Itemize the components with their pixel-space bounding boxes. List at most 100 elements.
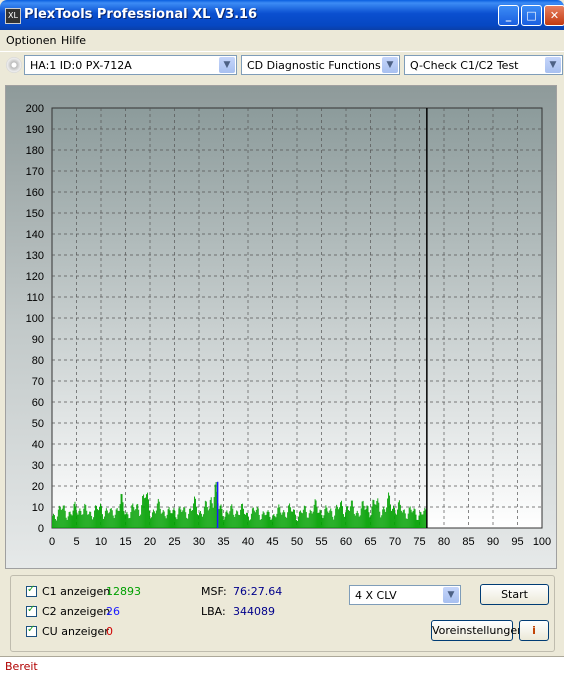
c1-bar bbox=[346, 506, 347, 528]
chevron-down-icon[interactable]: ▼ bbox=[545, 57, 561, 73]
c1-bar bbox=[401, 512, 403, 528]
chevron-down-icon[interactable]: ▼ bbox=[219, 57, 235, 73]
chevron-down-icon[interactable]: ▼ bbox=[382, 57, 398, 73]
menu-hilfe[interactable]: Hilfe bbox=[61, 34, 86, 47]
c1-bar bbox=[114, 514, 116, 528]
c1-bar bbox=[197, 514, 198, 528]
c1-bar bbox=[167, 509, 169, 528]
c1-checkbox[interactable] bbox=[26, 584, 37, 597]
c1-bar bbox=[415, 514, 417, 528]
c1-bar bbox=[254, 512, 256, 528]
c1-bar bbox=[344, 516, 345, 528]
drive-select[interactable]: HA:1 ID:0 PX-712A ▼ bbox=[24, 55, 237, 75]
c1-bar bbox=[240, 509, 242, 528]
c1-bar bbox=[149, 510, 150, 528]
c1-bar bbox=[182, 510, 184, 528]
cu-checkbox[interactable] bbox=[26, 624, 37, 637]
c1-bar bbox=[103, 516, 105, 528]
c1-bar bbox=[105, 508, 107, 528]
c1-bar bbox=[121, 494, 123, 528]
c1-bar bbox=[157, 498, 159, 528]
c1-bar bbox=[163, 511, 165, 528]
c1-bar bbox=[106, 510, 108, 528]
c1-bar bbox=[200, 513, 202, 528]
function-select[interactable]: CD Diagnostic Functions ▼ bbox=[241, 55, 400, 75]
c1-bar bbox=[226, 510, 228, 528]
c1-bar bbox=[86, 510, 88, 528]
c1-bar bbox=[346, 506, 348, 528]
c1-bar bbox=[338, 509, 340, 528]
c1-bar bbox=[313, 504, 315, 528]
c1-bar bbox=[273, 513, 275, 528]
c1-bar bbox=[176, 519, 178, 528]
test-select[interactable]: Q-Check C1/C2 Test ▼ bbox=[404, 55, 563, 75]
c2-checkbox[interactable] bbox=[26, 604, 37, 617]
c1-bar bbox=[186, 517, 188, 528]
c1-bar bbox=[158, 501, 160, 528]
c1-bar bbox=[159, 508, 161, 528]
c1-bar bbox=[234, 516, 236, 528]
c1-bar bbox=[294, 509, 295, 528]
x-tick-label: 70 bbox=[389, 536, 401, 548]
c1-bar bbox=[124, 514, 126, 528]
c1-bar bbox=[232, 508, 234, 528]
c1-bar bbox=[178, 508, 180, 528]
c1-bar bbox=[379, 511, 381, 528]
c1-bar bbox=[198, 515, 199, 528]
y-tick-label: 0 bbox=[38, 523, 44, 535]
c1-bar bbox=[285, 516, 287, 528]
c1-bar bbox=[369, 517, 371, 528]
c1-bar bbox=[261, 514, 263, 528]
c1-bar bbox=[69, 511, 71, 528]
c1-bar bbox=[199, 511, 201, 528]
window-title: PlexTools Professional XL V3.16 bbox=[24, 7, 258, 22]
c1-bar bbox=[183, 507, 185, 528]
menu-bar: Optionen Hilfe bbox=[0, 30, 564, 52]
cu-count: 0 bbox=[106, 625, 113, 638]
c1-bar bbox=[181, 511, 183, 528]
minimize-button[interactable]: _ bbox=[498, 5, 519, 26]
c1-bar bbox=[306, 517, 308, 528]
x-tick-label: 75 bbox=[413, 536, 425, 548]
close-button[interactable]: ✕ bbox=[544, 5, 564, 26]
c1-bar bbox=[107, 513, 109, 528]
c1-bar bbox=[221, 508, 223, 528]
maximize-button[interactable]: □ bbox=[521, 5, 542, 26]
c1-bar bbox=[348, 510, 350, 528]
c1-bar bbox=[376, 500, 378, 528]
x-tick-label: 35 bbox=[217, 536, 229, 548]
x-tick-label: 85 bbox=[462, 536, 474, 548]
c1-bar bbox=[137, 503, 139, 528]
x-tick-label: 60 bbox=[340, 536, 352, 548]
c1-bar bbox=[222, 516, 224, 528]
c1-bar bbox=[386, 507, 388, 528]
c1-bar bbox=[291, 511, 293, 528]
c1-bar bbox=[311, 513, 313, 528]
c1-bar bbox=[225, 511, 227, 528]
c1-bar bbox=[272, 515, 274, 528]
info-icon[interactable]: i bbox=[519, 620, 549, 641]
settings-button[interactable]: Voreinstellungen bbox=[431, 620, 524, 641]
c1-bar bbox=[397, 502, 399, 528]
c1-bar bbox=[189, 508, 191, 528]
c1-bar bbox=[66, 519, 68, 528]
speed-select[interactable]: 4 X CLV ▼ bbox=[349, 585, 461, 605]
c1-bar bbox=[416, 519, 418, 528]
c1-bar bbox=[414, 509, 416, 528]
start-button[interactable]: Start bbox=[480, 584, 549, 605]
c1-bar bbox=[155, 510, 157, 528]
c1-bar bbox=[147, 492, 148, 528]
c1-bar bbox=[277, 507, 279, 528]
c1-bar bbox=[408, 507, 410, 528]
c1-bar bbox=[91, 515, 93, 528]
menu-optionen[interactable]: Optionen bbox=[6, 34, 56, 47]
c1-bar bbox=[385, 511, 387, 528]
c1-bar bbox=[150, 518, 151, 528]
c1-bar bbox=[208, 508, 210, 528]
chevron-down-icon[interactable]: ▼ bbox=[443, 587, 459, 603]
c1-bar bbox=[152, 509, 154, 528]
c1-bar bbox=[323, 515, 325, 528]
c1-bar bbox=[305, 511, 307, 528]
c1-bar bbox=[192, 510, 194, 528]
c1-bar bbox=[312, 511, 314, 528]
